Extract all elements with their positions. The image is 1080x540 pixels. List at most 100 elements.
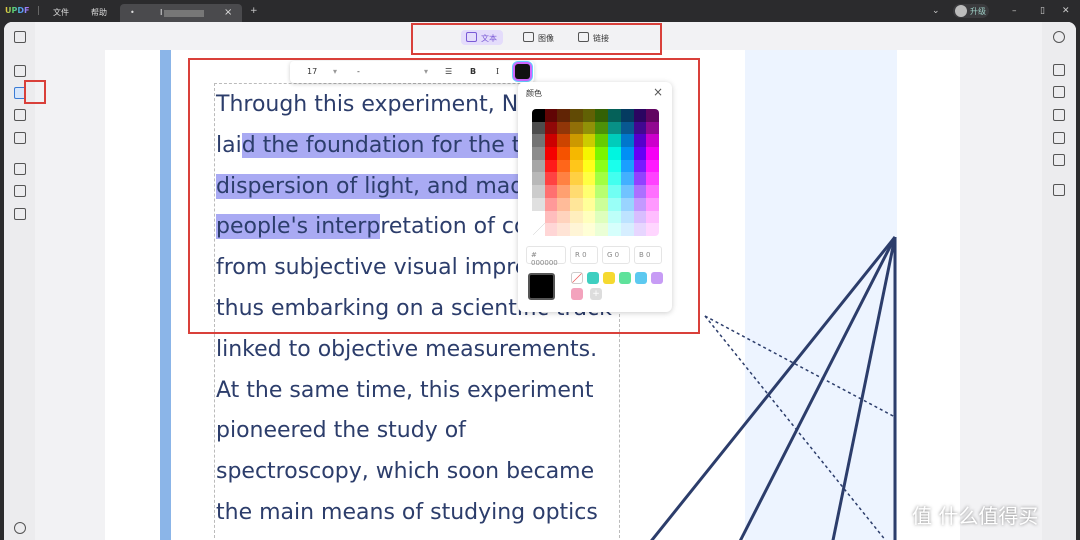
- palette-color[interactable]: [646, 147, 659, 160]
- palette-color[interactable]: [608, 197, 621, 211]
- palette-color[interactable]: [608, 121, 621, 135]
- palette-color[interactable]: [608, 172, 621, 186]
- email-icon[interactable]: [1053, 154, 1065, 166]
- palette-color[interactable]: [570, 109, 583, 122]
- palette-color[interactable]: [544, 134, 558, 148]
- palette-color[interactable]: [620, 197, 634, 211]
- hex-input[interactable]: # 000000: [526, 246, 566, 267]
- convert-icon[interactable]: [1053, 86, 1065, 98]
- palette-color[interactable]: [608, 134, 621, 148]
- color-palette-grid[interactable]: [532, 109, 659, 236]
- red-input[interactable]: R 0: [570, 246, 598, 264]
- palette-color[interactable]: [532, 172, 545, 186]
- palette-color[interactable]: [582, 223, 596, 236]
- palette-color[interactable]: [544, 210, 558, 224]
- page-tools-icon[interactable]: [14, 208, 26, 220]
- palette-color[interactable]: [608, 159, 621, 173]
- palette-color[interactable]: [582, 172, 596, 186]
- preset-color-swatch[interactable]: [587, 272, 599, 284]
- palette-color[interactable]: [595, 210, 609, 224]
- palette-color[interactable]: [532, 197, 545, 211]
- organize-pages-icon[interactable]: [14, 163, 26, 175]
- palette-color[interactable]: [544, 197, 558, 211]
- palette-color[interactable]: [595, 121, 609, 135]
- preset-color-swatch[interactable]: [571, 288, 583, 300]
- palette-color[interactable]: [557, 197, 571, 211]
- palette-color[interactable]: [570, 185, 583, 198]
- palette-color[interactable]: [532, 185, 545, 198]
- palette-color[interactable]: [582, 210, 596, 224]
- close-tab-icon[interactable]: ×: [224, 7, 232, 18]
- palette-color[interactable]: [570, 223, 583, 236]
- palette-color[interactable]: [633, 210, 647, 224]
- palette-color[interactable]: [608, 109, 621, 122]
- share-icon[interactable]: [1053, 132, 1065, 144]
- palette-color[interactable]: [557, 121, 571, 135]
- palette-color[interactable]: [646, 109, 659, 122]
- palette-color[interactable]: [646, 210, 659, 224]
- palette-color[interactable]: [646, 159, 659, 173]
- palette-color[interactable]: [532, 210, 545, 224]
- palette-color[interactable]: [633, 185, 647, 198]
- upgrade-button[interactable]: 升级: [953, 4, 989, 18]
- palette-color[interactable]: [544, 121, 558, 135]
- palette-color[interactable]: [532, 109, 545, 122]
- palette-color[interactable]: [633, 121, 647, 135]
- preset-color-swatch[interactable]: [619, 272, 631, 284]
- palette-color[interactable]: [544, 223, 558, 236]
- palette-color[interactable]: [646, 197, 659, 211]
- palette-color[interactable]: [544, 109, 558, 122]
- palette-color[interactable]: [544, 147, 558, 160]
- palette-color[interactable]: [570, 172, 583, 186]
- palette-color[interactable]: [570, 147, 583, 160]
- palette-color[interactable]: [620, 121, 634, 135]
- palette-color[interactable]: [646, 121, 659, 135]
- palette-color[interactable]: [633, 172, 647, 186]
- palette-color[interactable]: [595, 197, 609, 211]
- palette-color[interactable]: [557, 210, 571, 224]
- palette-color[interactable]: [532, 223, 545, 236]
- palette-color[interactable]: [620, 147, 634, 160]
- palette-color[interactable]: [570, 210, 583, 224]
- palette-color[interactable]: [633, 134, 647, 148]
- palette-color[interactable]: [544, 185, 558, 198]
- crop-icon[interactable]: [14, 185, 26, 197]
- search-icon[interactable]: [1053, 31, 1065, 43]
- palette-color[interactable]: [646, 223, 659, 236]
- palette-color[interactable]: [557, 172, 571, 186]
- palette-color[interactable]: [595, 159, 609, 173]
- palette-color[interactable]: [633, 147, 647, 160]
- palette-color[interactable]: [532, 121, 545, 135]
- palette-color[interactable]: [608, 147, 621, 160]
- palette-color[interactable]: [570, 121, 583, 135]
- new-tab-button[interactable]: +: [250, 6, 258, 16]
- palette-color[interactable]: [557, 109, 571, 122]
- palette-color[interactable]: [595, 185, 609, 198]
- palette-color[interactable]: [646, 172, 659, 186]
- palette-color[interactable]: [620, 210, 634, 224]
- palette-color[interactable]: [633, 197, 647, 211]
- protect-icon[interactable]: [1053, 109, 1065, 121]
- palette-color[interactable]: [595, 134, 609, 148]
- palette-color[interactable]: [608, 185, 621, 198]
- menu-file[interactable]: 文件: [53, 7, 69, 18]
- ocr-icon[interactable]: [1053, 64, 1065, 76]
- palette-color[interactable]: [620, 134, 634, 148]
- palette-color[interactable]: [595, 172, 609, 186]
- blue-input[interactable]: B 0: [634, 246, 662, 264]
- palette-color[interactable]: [532, 147, 545, 160]
- palette-color[interactable]: [633, 159, 647, 173]
- preset-color-swatch[interactable]: [603, 272, 615, 284]
- palette-color[interactable]: [557, 159, 571, 173]
- chevron-down-icon[interactable]: ⌄: [932, 6, 940, 16]
- palette-color[interactable]: [620, 172, 634, 186]
- palette-color[interactable]: [620, 223, 634, 236]
- palette-color[interactable]: [570, 134, 583, 148]
- palette-color[interactable]: [620, 109, 634, 122]
- comment-icon[interactable]: [14, 65, 26, 77]
- close-icon[interactable]: ×: [653, 85, 663, 99]
- document-tab[interactable]: • I ×: [120, 4, 242, 22]
- palette-color[interactable]: [544, 159, 558, 173]
- form-icon[interactable]: [14, 109, 26, 121]
- maximize-button[interactable]: ▯: [1040, 6, 1045, 16]
